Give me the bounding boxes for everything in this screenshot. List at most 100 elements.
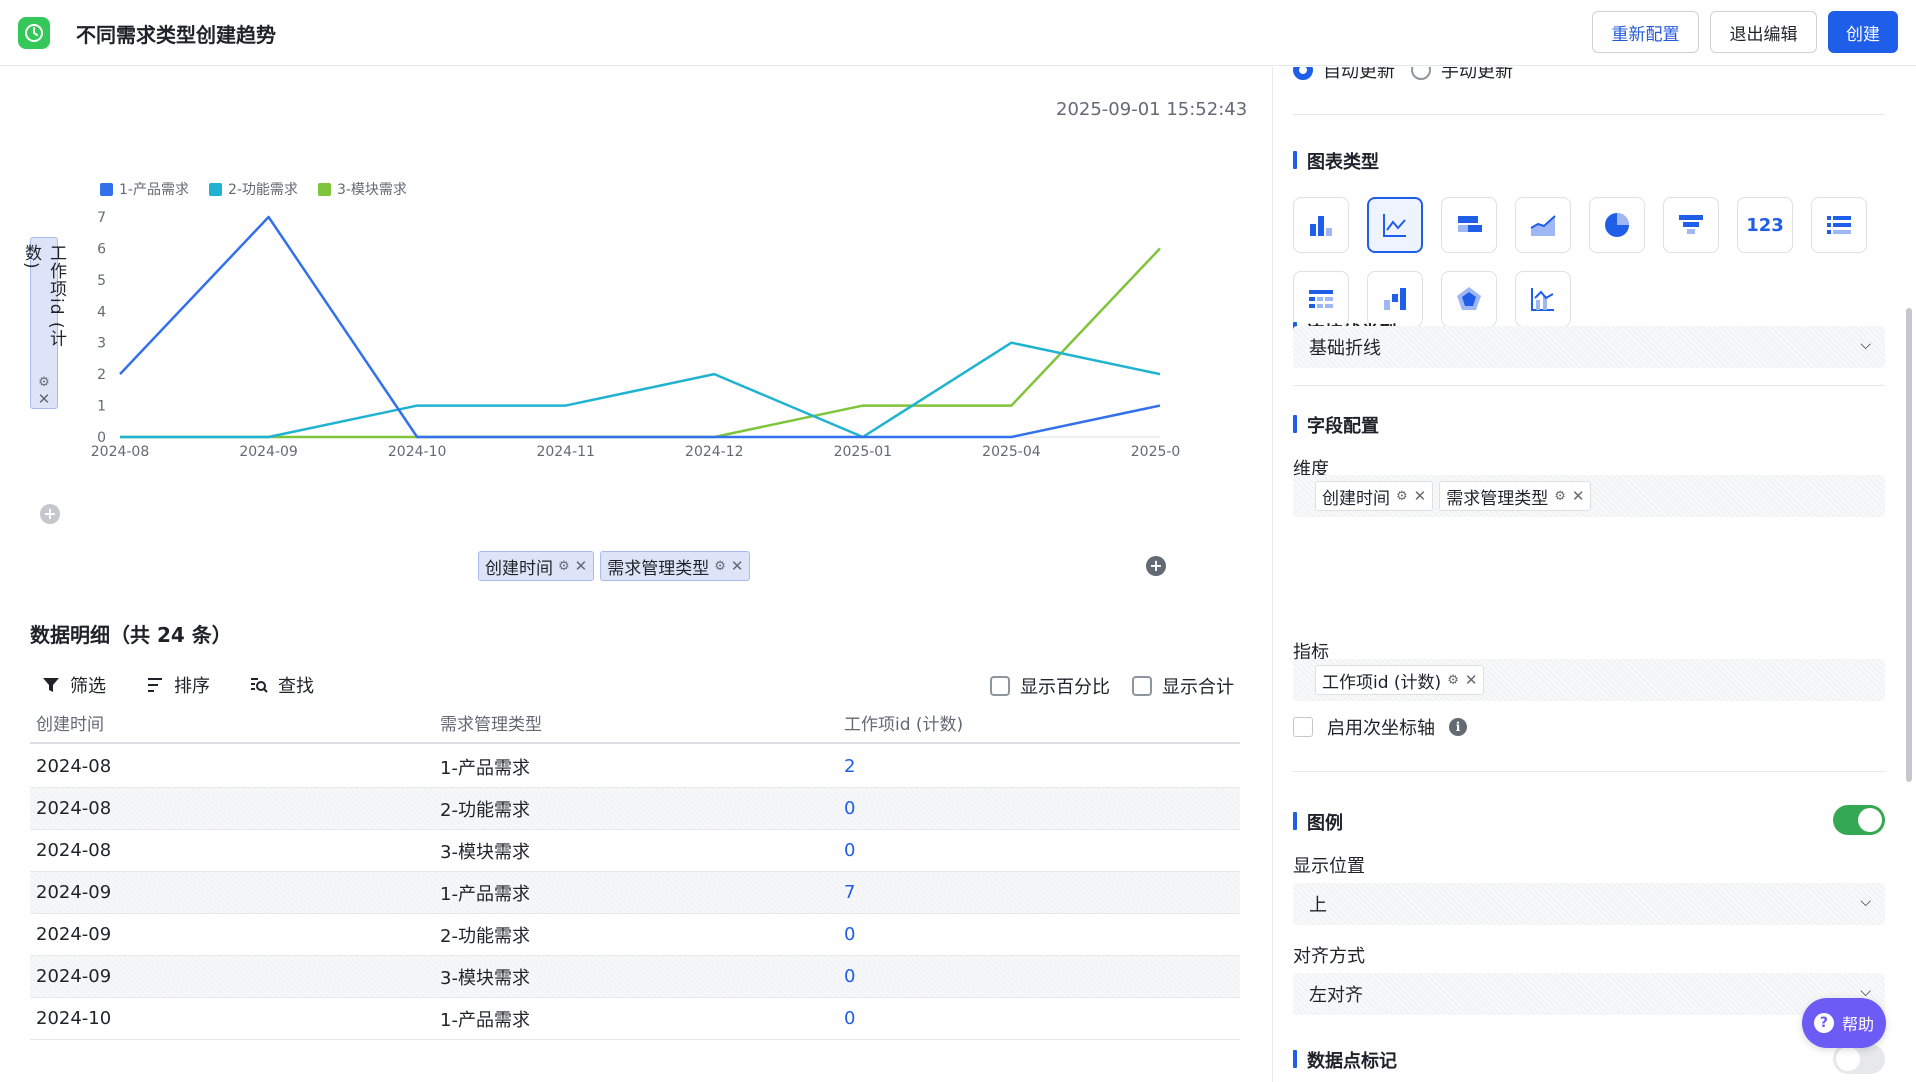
dimension-field-box[interactable]: 创建时间 ⚙ ✕ 需求管理类型 ⚙ ✕ [1293,475,1885,517]
sort-button[interactable]: 排序 [146,672,210,698]
list-chart-type-icon[interactable] [1811,197,1867,253]
bar-chart-type-icon[interactable] [1441,197,1497,253]
exit-edit-button[interactable]: 退出编辑 [1710,11,1817,53]
column-header[interactable]: 创建时间 [30,710,434,735]
show-total-label: 显示合计 [1162,677,1234,698]
close-icon[interactable]: ✕ [1465,671,1478,689]
funnel-chart-type-icon[interactable] [1663,197,1719,253]
checkbox-box[interactable] [1132,676,1152,696]
table-cell[interactable]: 0 [838,966,1238,987]
table-cell[interactable]: 0 [838,840,1238,861]
close-icon[interactable]: ✕ [575,557,588,575]
close-icon[interactable]: ✕ [731,557,744,575]
close-icon[interactable]: ✕ [1572,487,1585,505]
table-cell: 2024-09 [36,882,112,903]
legend-item[interactable]: 1-产品需求 [100,179,189,199]
create-button[interactable]: 创建 [1828,11,1898,53]
table-header: 创建时间 需求管理类型 工作项id (计数) [30,702,1240,744]
table-body: 2024-08 1-产品需求 2 2024-08 2-功能需求 0 2024-08 3-模块需… [30,746,1240,1040]
column-chart-type-icon[interactable] [1293,197,1349,253]
gear-icon[interactable]: ⚙ [1447,673,1459,688]
table-cell: 1-产品需求 [440,883,530,905]
line-chart-type-icon[interactable] [1367,197,1423,253]
column-header[interactable]: 工作项id (计数) [838,710,1238,735]
area-chart-type-icon[interactable] [1515,197,1571,253]
table-cell[interactable]: 0 [838,924,1238,945]
divider [1293,385,1885,386]
info-icon[interactable]: i [1449,718,1467,736]
gear-icon[interactable]: ⚙ [1396,489,1408,504]
reconfigure-button[interactable]: 重新配置 [1592,11,1699,53]
legend-item[interactable]: 3-模块需求 [317,179,407,199]
table-row[interactable]: 2024-08 1-产品需求 2 [30,746,1240,788]
table-cell: 2024-09 [36,924,112,945]
data-detail-title: 数据明细（共 24 条） [30,623,232,647]
align-select[interactable]: 左对齐 ⌵ [1293,973,1885,1015]
field-config-title: 字段配置 [1293,412,1379,438]
table-cell: 2024-08 [36,798,112,819]
legend-toggle[interactable] [1833,805,1885,835]
column-header[interactable]: 需求管理类型 [434,710,838,735]
table-cell: 2024-09 [36,966,112,987]
x-field-chip-requirement-type[interactable]: 需求管理类型 ⚙ ✕ [600,551,751,581]
filter-button[interactable]: 筛选 [42,672,106,698]
radar-chart-type-icon[interactable] [1441,271,1497,327]
manual-update-radio[interactable]: 手动更新 [1411,67,1513,83]
x-field-chip-create-time[interactable]: 创建时间 ⚙ ✕ [478,551,595,581]
y-axis-field-chip[interactable]: 工作项id (计数) ⚙ ✕ [21,237,66,409]
help-button[interactable]: ? 帮助 [1802,998,1886,1048]
search-button[interactable]: 查找 [250,672,314,698]
gear-icon[interactable]: ⚙ [38,375,50,390]
dimension-chip[interactable]: 需求管理类型 ⚙ ✕ [1439,481,1592,511]
add-y-field-icon[interactable]: + [40,504,60,524]
close-icon[interactable]: ✕ [38,390,51,408]
search-icon [251,678,268,693]
gear-icon[interactable]: ⚙ [1554,489,1566,504]
legend-item[interactable]: 2-功能需求 [208,179,298,199]
data-point-toggle[interactable] [1833,1044,1885,1074]
gear-icon[interactable]: ⚙ [558,559,570,574]
gear-icon[interactable]: ⚙ [714,559,726,574]
series-line [120,247,1161,439]
show-total-checkbox[interactable]: 显示合计 [1132,673,1234,699]
x-tick-label: 2025-04 [982,444,1041,460]
close-icon[interactable]: ✕ [1414,487,1427,505]
table-cell: 2-功能需求 [440,799,530,821]
table-row[interactable]: 2024-09 1-产品需求 7 [30,872,1240,914]
table-cell: 2024-10 [36,1008,112,1029]
metric-chip[interactable]: 工作项id (计数) ⚙ ✕ [1315,665,1485,695]
line-chart: 012345672024-08 2024-09 2024-10 2024-11 2024… [91,210,1180,460]
series-line [119,215,1161,439]
table-cell: 1-产品需求 [440,1009,530,1031]
legend-title: 图例 [1293,809,1343,835]
metric-field-box[interactable]: 工作项id (计数) ⚙ ✕ [1293,659,1885,701]
table-cell[interactable]: 2 [838,756,1238,777]
table-row[interactable]: 2024-08 3-模块需求 0 [30,830,1240,872]
radio-dot[interactable] [1293,67,1313,80]
auto-update-radio[interactable]: 自动更新 [1293,67,1395,83]
show-percent-checkbox[interactable]: 显示百分比 [990,673,1110,699]
pie-chart-type-icon[interactable] [1589,197,1645,253]
x-tick-label: 2024-08 [91,444,150,460]
position-select[interactable]: 上 ⌵ [1293,883,1885,925]
radio-dot[interactable] [1411,67,1431,80]
secondary-axis-checkbox[interactable] [1293,717,1313,737]
secondary-axis-label: 启用次坐标轴 [1327,718,1435,739]
panel-scrollbar[interactable] [1906,308,1912,782]
x-tick-label: 2024-10 [388,444,447,460]
dimension-chip[interactable]: 创建时间 ⚙ ✕ [1315,481,1434,511]
number-card-type-icon[interactable]: 123 [1737,197,1793,253]
checkbox-box[interactable] [990,676,1010,696]
table-row[interactable]: 2024-08 2-功能需求 0 [30,788,1240,830]
table-cell[interactable]: 7 [838,882,1238,903]
chart-legend: 1-产品需求 2-功能需求 3-模块需求 [100,179,407,199]
y-tick-label: 2 [97,367,106,383]
table-row[interactable]: 2024-10 1-产品需求 0 [30,998,1240,1040]
table-cell[interactable]: 0 [838,1008,1238,1029]
table-row[interactable]: 2024-09 3-模块需求 0 [30,956,1240,998]
table-cell[interactable]: 0 [838,798,1238,819]
add-x-field-icon[interactable]: + [1146,556,1166,576]
table-row[interactable]: 2024-09 2-功能需求 0 [30,914,1240,956]
line-type-select[interactable]: 基础折线 ⌵ [1293,326,1885,368]
combo-chart-type-icon[interactable] [1515,271,1571,327]
